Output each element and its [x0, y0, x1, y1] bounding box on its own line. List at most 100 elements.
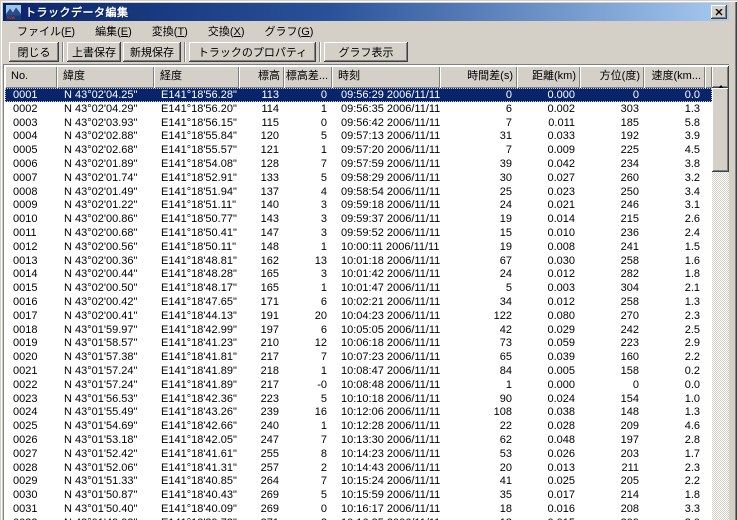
- table-row[interactable]: 0020N 43°01'57.38"E141°18'41.81"217710:0…: [5, 350, 712, 364]
- cell-distance: 0.030: [517, 254, 580, 268]
- cell-elevation: 115: [239, 116, 284, 130]
- table-row[interactable]: 0014N 43°02'00.44"E141°18'48.28"165310:0…: [5, 267, 712, 281]
- cell-no: 0013: [5, 254, 57, 268]
- table-row[interactable]: 0007N 43°02'01.74"E141°18'52.91"133509:5…: [5, 171, 712, 185]
- table-row[interactable]: 0005N 43°02'02.68"E141°18'55.57"121109:5…: [5, 143, 712, 157]
- scroll-up-button[interactable]: [712, 66, 729, 88]
- vertical-scrollbar[interactable]: [712, 66, 729, 520]
- column-header-speed[interactable]: 速度(km...: [644, 66, 705, 88]
- titlebar[interactable]: Kas トラックデータ編集: [3, 3, 729, 21]
- table-row[interactable]: 0012N 43°02'00.56"E141°18'50.11"148110:0…: [5, 240, 712, 254]
- table-row[interactable]: 0027N 43°01'52.42"E141°18'41.61"255810:1…: [5, 447, 712, 461]
- cell-no: 0011: [5, 226, 57, 240]
- close-button[interactable]: 閉じる: [9, 42, 59, 62]
- cell-latitude: N 43°02'04.25": [57, 88, 154, 102]
- cell-latitude: N 43°01'49.93": [57, 516, 154, 520]
- table-row[interactable]: 0029N 43°01'51.33"E141°18'40.85"264710:1…: [5, 474, 712, 488]
- cell-longitude: E141°18'42.99": [154, 323, 239, 337]
- table-row[interactable]: 0022N 43°01'57.24"E141°18'41.89"217-010:…: [5, 378, 712, 392]
- cell-longitude: E141°18'39.73": [154, 516, 239, 520]
- menu-item-edit[interactable]: 編集(E): [90, 21, 137, 41]
- cell-speed: 1.3: [644, 295, 705, 309]
- cell-no: 0002: [5, 102, 57, 116]
- table-row[interactable]: 0011N 43°02'00.68"E141°18'50.41"147309:5…: [5, 226, 712, 240]
- cell-speed: 2.9: [644, 336, 705, 350]
- close-button[interactable]: [711, 5, 727, 19]
- column-header-distance[interactable]: 距離(km): [517, 66, 580, 88]
- cell-elevation: 269: [239, 488, 284, 502]
- cell-bearing: 246: [580, 198, 644, 212]
- column-header-elevation[interactable]: 標高: [239, 66, 284, 88]
- cell-speed: 3.2: [644, 171, 705, 185]
- cell-bearing: 236: [580, 226, 644, 240]
- scrollbar-thumb[interactable]: [712, 88, 729, 172]
- table-row[interactable]: 0025N 43°01'54.69"E141°18'42.66"240110:1…: [5, 419, 712, 433]
- column-header-bearing[interactable]: 方位(度): [580, 66, 644, 88]
- cell-longitude: E141°18'51.11": [154, 198, 239, 212]
- table-row[interactable]: 0015N 43°02'00.50"E141°18'48.17"165110:0…: [5, 281, 712, 295]
- cell-longitude: E141°18'47.65": [154, 295, 239, 309]
- track-properties-button[interactable]: トラックのプロパティ: [189, 42, 316, 62]
- menu-item-exchange[interactable]: 交換(X): [203, 21, 250, 41]
- toolbar: 閉じる上書保存新規保存トラックのプロパティグラフ表示: [3, 40, 729, 64]
- table-row[interactable]: 0003N 43°02'03.93"E141°18'56.15"115009:5…: [5, 116, 712, 130]
- save-new-button[interactable]: 新規保存: [123, 42, 181, 62]
- cell-time: 10:05:05 2006/11/11: [332, 323, 440, 337]
- table-row[interactable]: 0016N 43°02'00.42"E141°18'47.65"171610:0…: [5, 295, 712, 309]
- table-row[interactable]: 0001N 43°02'04.25"E141°18'56.28"113009:5…: [5, 88, 712, 102]
- table-row[interactable]: 0019N 43°01'58.57"E141°18'41.23"2101210:…: [5, 336, 712, 350]
- column-header-no[interactable]: No.: [5, 66, 57, 88]
- table-row[interactable]: 0008N 43°02'01.49"E141°18'51.94"137409:5…: [5, 185, 712, 199]
- cell-longitude: E141°18'42.05": [154, 433, 239, 447]
- cell-speed: 5.8: [644, 116, 705, 130]
- table-row[interactable]: 0026N 43°01'53.18"E141°18'42.05"247710:1…: [5, 433, 712, 447]
- table-row[interactable]: 0017N 43°02'00.41"E141°18'44.13"1912010:…: [5, 309, 712, 323]
- menu-item-convert[interactable]: 変換(T): [147, 21, 193, 41]
- save-overwrite-button[interactable]: 上書保存: [67, 42, 121, 62]
- table-row[interactable]: 0021N 43°01'57.24"E141°18'41.89"218110:0…: [5, 364, 712, 378]
- app-icon[interactable]: Kas: [6, 5, 21, 20]
- table-row[interactable]: 0023N 43°01'56.53"E141°18'42.36"223510:1…: [5, 392, 712, 406]
- cell-elevation-diff: 7: [284, 433, 332, 447]
- column-header-time-diff[interactable]: 時間差(s): [440, 66, 517, 88]
- menu-item-file[interactable]: ファイル(F): [12, 21, 80, 41]
- cell-elevation-diff: 1: [284, 281, 332, 295]
- table-row[interactable]: 0004N 43°02'02.88"E141°18'55.84"120509:5…: [5, 129, 712, 143]
- graph-display-button[interactable]: グラフ表示: [324, 42, 408, 62]
- table-row[interactable]: 0028N 43°01'52.06"E141°18'41.31"257210:1…: [5, 461, 712, 475]
- cell-bearing: 185: [580, 116, 644, 130]
- table-row[interactable]: 0030N 43°01'50.87"E141°18'40.43"269510:1…: [5, 488, 712, 502]
- cell-time: 10:13:30 2006/11/11: [332, 433, 440, 447]
- cell-elevation-diff: 5: [284, 129, 332, 143]
- cell-elevation-diff: 3: [284, 212, 332, 226]
- cell-distance: 0.039: [517, 350, 580, 364]
- column-header-time[interactable]: 時刻: [332, 66, 440, 88]
- table-row-partial[interactable]: 0032N 43°01'49.93"E141°18'39.73"271210:1…: [5, 516, 712, 520]
- cell-time-diff: 7: [440, 143, 517, 157]
- table-row[interactable]: 0002N 43°02'04.29"E141°18'56.20"114109:5…: [5, 102, 712, 116]
- cell-no: 0018: [5, 323, 57, 337]
- cell-elevation: 217: [239, 350, 284, 364]
- table-row[interactable]: 0009N 43°02'01.22"E141°18'51.11"140309:5…: [5, 198, 712, 212]
- column-header-latitude[interactable]: 緯度: [57, 66, 154, 88]
- table-header-row: No.緯度経度標高標高差...時刻時間差(s)距離(km)方位(度)速度(km.…: [5, 66, 712, 88]
- cell-latitude: N 43°02'01.74": [57, 171, 154, 185]
- cell-elevation-diff: 1: [284, 240, 332, 254]
- cell-latitude: N 43°02'01.49": [57, 185, 154, 199]
- cell-time-diff: 34: [440, 295, 517, 309]
- table-row[interactable]: 0031N 43°01'50.40"E141°18'40.09"269010:1…: [5, 502, 712, 516]
- table-row[interactable]: 0018N 43°01'59.97"E141°18'42.99"197610:0…: [5, 323, 712, 337]
- menu-item-graph[interactable]: グラフ(G): [260, 21, 319, 41]
- table-row[interactable]: 0024N 43°01'55.49"E141°18'43.26"2391610:…: [5, 405, 712, 419]
- table-row[interactable]: 0006N 43°02'01.89"E141°18'54.08"128709:5…: [5, 157, 712, 171]
- column-header-elevation-diff[interactable]: 標高差...: [284, 66, 332, 88]
- column-header-longitude[interactable]: 経度: [154, 66, 239, 88]
- table-row[interactable]: 0010N 43°02'00.86"E141°18'50.77"143309:5…: [5, 212, 712, 226]
- cell-time-diff: 15: [440, 226, 517, 240]
- cell-longitude: E141°18'56.15": [154, 116, 239, 130]
- cell-longitude: E141°18'41.61": [154, 447, 239, 461]
- cell-no: 0006: [5, 157, 57, 171]
- cell-time: 10:08:47 2006/11/11: [332, 364, 440, 378]
- table-row[interactable]: 0013N 43°02'00.36"E141°18'48.81"1621310:…: [5, 254, 712, 268]
- cell-bearing: 260: [580, 171, 644, 185]
